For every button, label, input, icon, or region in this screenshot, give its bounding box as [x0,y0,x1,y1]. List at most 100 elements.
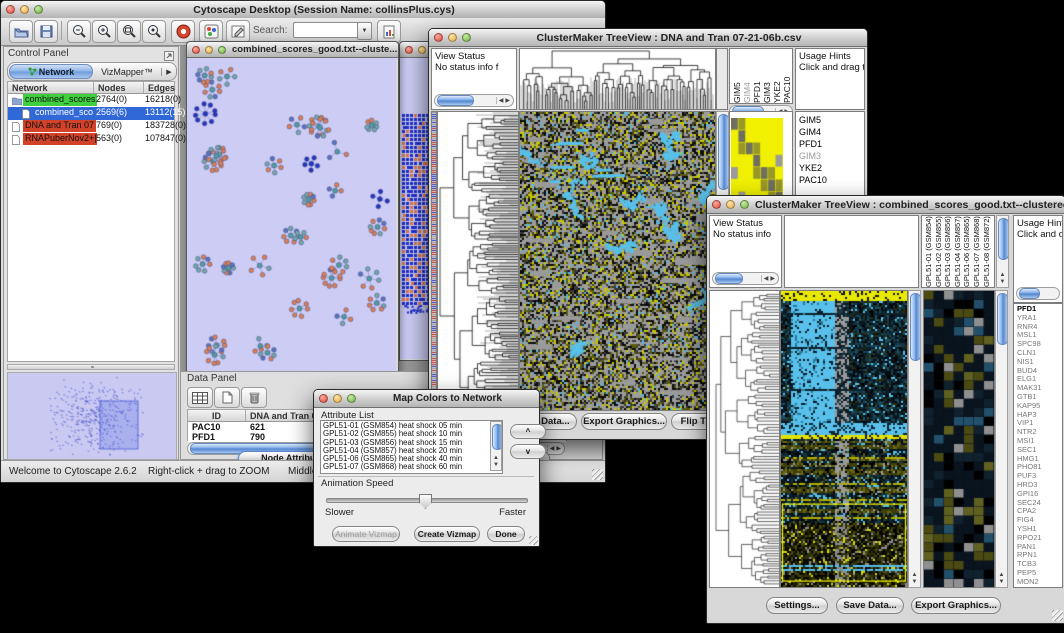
tv2-gene-label[interactable]: PUF3 [1017,472,1062,481]
tv1-gene-label[interactable]: GIM5 [799,114,864,126]
tv2-gene-label[interactable]: HMG1 [1017,455,1062,464]
minimize-button[interactable] [333,394,342,403]
help-lifesaver-icon[interactable] [171,20,195,43]
close-button[interactable] [434,33,443,42]
tv2-gene-label[interactable]: FIG4 [1017,516,1062,525]
slider-thumb[interactable] [419,494,432,509]
window-resize-grip[interactable] [592,469,603,480]
tv2-gene-label[interactable]: GPI16 [1017,490,1062,499]
network-tree-row[interactable]: combined_sco2569(6)13112(15) [8,107,174,120]
dialog-resize-grip[interactable] [529,536,538,545]
close-button[interactable] [405,46,413,54]
tv2-gene-label[interactable]: PEP5 [1017,569,1062,578]
tv2-gene-label[interactable]: YRA1 [1017,314,1062,323]
network-overview-canvas[interactable] [7,372,177,460]
zoom-button[interactable] [34,5,43,14]
tv1-mini-scrollbar[interactable] [716,48,728,110]
tv2-titlebar[interactable]: ClusterMaker TreeView : combined_scores_… [707,196,1064,214]
tv2-gene-label[interactable]: RPN1 [1017,551,1062,560]
tv2-gene-label[interactable]: SPC98 [1017,340,1062,349]
tab-vizmapper[interactable]: VizMapper™ [93,67,161,77]
move-up-button[interactable]: ^ [510,424,546,439]
main-titlebar[interactable]: Cytoscape Desktop (Session Name: collins… [1,1,605,19]
tv2-gene-label[interactable]: ELG1 [1017,375,1062,384]
tv2-gene-label[interactable]: MSI1 [1017,437,1062,446]
save-icon[interactable] [34,20,58,43]
tv2-export-graphics-button[interactable]: Export Graphics... [911,597,1001,614]
attribute-item[interactable]: GPL51-07 (GSM868) heat shock 60 min [323,463,500,471]
tv2-zoom-heatmap[interactable] [923,290,995,588]
tv2-gene-label[interactable]: GTB1 [1017,393,1062,402]
minimize-button[interactable] [448,33,457,42]
col-header-nodes[interactable]: Nodes [94,82,144,94]
panel-splitter[interactable] [7,364,175,370]
tv1-zoom-heatmap[interactable] [731,118,783,204]
tv2-gene-label[interactable]: RNR4 [1017,323,1062,332]
tv2-gene-label[interactable]: SEC1 [1017,446,1062,455]
tv2-heatmap-vscrollbar[interactable]: ▲▼ [908,290,921,588]
zoom-button[interactable] [740,200,749,209]
attribute-list[interactable]: GPL51-01 (GSM854) heat shock 05 minGPL51… [320,420,503,474]
tv2-global-heatmap[interactable] [780,290,908,588]
tab-network[interactable]: Network [9,64,93,79]
table-grid-icon[interactable] [187,387,213,408]
tv2-gene-label[interactable]: PFD1 [1017,305,1062,314]
report-icon[interactable] [377,20,401,43]
network-tree-row[interactable]: DNA and Tran 07769(0)183728(0) [8,120,174,133]
minimize-button[interactable] [205,46,213,54]
new-document-icon[interactable] [214,387,240,408]
network-tree-row[interactable]: RNAPuberNov2+|563(0)107847(0) [8,133,174,146]
trash-icon[interactable] [241,387,267,408]
open-icon[interactable] [9,20,33,43]
tv2-gene-label[interactable]: MAK31 [1017,384,1062,393]
search-dropdown-arrow[interactable]: ▼ [357,22,372,40]
minimize-button[interactable] [20,5,29,14]
tv1-gene-label[interactable]: GIM3 [799,150,864,162]
data-col-id[interactable]: ID [188,410,246,422]
zoom-fit-icon[interactable] [117,20,141,43]
tv2-resize-grip[interactable] [1052,610,1063,621]
zoom-selected-icon[interactable] [142,20,166,43]
zoom-button[interactable] [462,33,471,42]
close-button[interactable] [192,46,200,54]
tv1-global-heatmap[interactable] [519,111,716,411]
animation-speed-slider[interactable] [326,498,528,503]
zoom-button[interactable] [347,394,356,403]
tv2-gene-label[interactable]: MON2 [1017,578,1062,587]
tv2-row-dendrogram[interactable] [709,290,780,588]
col-header-network[interactable]: Network [8,82,94,94]
tv1-status-scrollbar[interactable]: ◀▶ [434,94,514,107]
zoom-out-icon[interactable] [67,20,91,43]
tv2-gene-label[interactable]: NTR2 [1017,428,1062,437]
tv2-gene-label[interactable]: HRD3 [1017,481,1062,490]
tv2-column-dendrogram[interactable] [784,215,919,288]
tab-overflow-arrow[interactable]: ▶ [161,68,176,76]
tv2-settings-button[interactable]: Settings... [766,597,828,614]
tv2-gene-label[interactable]: CLN1 [1017,349,1062,358]
tv2-gene-label[interactable]: PAN1 [1017,543,1062,552]
tv2-gene-label[interactable]: CPA2 [1017,507,1062,516]
zoom-in-icon[interactable] [92,20,116,43]
network-view-canvas[interactable] [187,58,396,371]
tv2-gene-label[interactable]: MSL1 [1017,331,1062,340]
tv2-gene-label[interactable]: VIP1 [1017,419,1062,428]
tv1-gene-label[interactable]: GIM4 [799,126,864,138]
tv2-hints-scrollbar[interactable] [1016,287,1060,300]
tv2-gene-label[interactable]: HAP3 [1017,411,1062,420]
tv2-collabels-vscrollbar[interactable]: ▲▼ [996,215,1009,288]
tv2-gene-label[interactable]: RPO21 [1017,534,1062,543]
tv2-gene-label[interactable]: TCB3 [1017,560,1062,569]
tv1-export-graphics-button[interactable]: Export Graphics... [581,413,667,430]
tv2-status-scrollbar[interactable]: ◀▶ [712,272,779,285]
create-vizmap-button[interactable]: Create Vizmap [414,526,480,542]
close-button[interactable] [712,200,721,209]
close-button[interactable] [319,394,328,403]
move-down-button[interactable]: v [510,444,546,459]
network-tree-row[interactable]: combined_scores2764(0)16218(0) [8,94,174,107]
close-button[interactable] [6,5,15,14]
tv2-gene-label[interactable]: PHO81 [1017,463,1062,472]
tv2-zoom-vscrollbar[interactable]: ▲▼ [995,290,1008,588]
tv2-gene-label[interactable]: BUD4 [1017,367,1062,376]
tv1-titlebar[interactable]: ClusterMaker TreeView : DNA and Tran 07-… [429,29,867,47]
minimize-button[interactable] [726,200,735,209]
